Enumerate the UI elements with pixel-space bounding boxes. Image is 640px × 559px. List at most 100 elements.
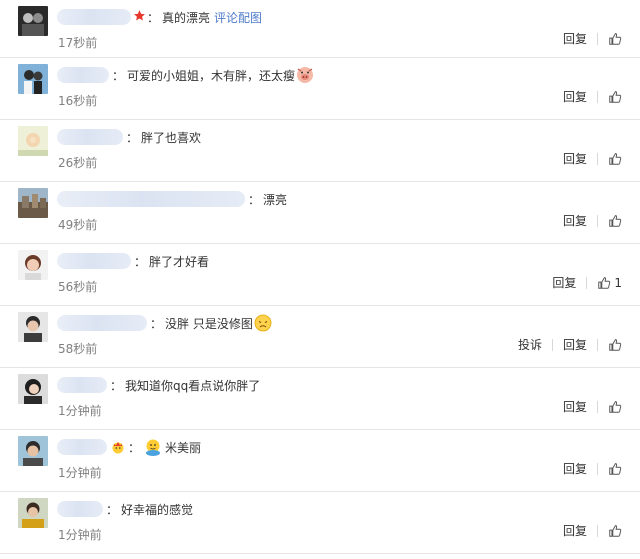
like-button[interactable] — [608, 90, 622, 104]
username-blurred[interactable] — [57, 377, 107, 393]
username-blurred[interactable] — [57, 9, 131, 25]
divider — [586, 276, 588, 289]
reply-button[interactable]: 回复 — [563, 398, 587, 415]
comment-time: 49秒前 — [58, 218, 98, 232]
avatar[interactable] — [18, 374, 48, 404]
reply-button[interactable]: 回复 — [563, 88, 587, 105]
comment-colon: ： — [248, 192, 261, 207]
avatar[interactable] — [18, 498, 48, 528]
divider — [551, 338, 553, 351]
reply-button[interactable]: 回复 — [563, 30, 587, 47]
thumbs-up-icon — [608, 400, 622, 414]
comment-time: 17秒前 — [58, 36, 98, 50]
like-button[interactable] — [608, 400, 622, 414]
like-button[interactable] — [608, 462, 622, 476]
thumbs-up-icon — [608, 462, 622, 476]
comment-text: 我知道你qq看点说你胖了 — [125, 378, 261, 393]
divider — [597, 214, 598, 227]
comment-text: 胖了也喜欢 — [141, 130, 202, 145]
username-blurred[interactable] — [57, 439, 107, 455]
comment-item: ： 真的漂亮 评论配图 17秒前 回复 — [0, 0, 640, 58]
comment-time: 1分钟前 — [58, 528, 102, 542]
avatar[interactable] — [18, 250, 48, 280]
comment-colon: ： — [106, 502, 119, 517]
comment-item: ： 漂亮 49秒前 回复 — [0, 182, 640, 244]
comment-list: ： 真的漂亮 评论配图 17秒前 回复 ： 可爱的小姐姐，木有胖，还太瘦 16秒… — [0, 0, 640, 559]
like-button[interactable] — [608, 524, 622, 538]
username-blurred[interactable] — [57, 129, 123, 145]
avatar[interactable] — [18, 64, 48, 94]
like-button[interactable] — [608, 152, 622, 166]
comment-colon: ： — [110, 378, 123, 393]
thumbs-up-icon — [608, 524, 622, 538]
divider — [597, 338, 598, 351]
comment-item: ： 胖了才好看 56秒前 回复 1 — [0, 244, 640, 306]
report-button[interactable]: 投诉 — [518, 336, 542, 353]
username-blurred[interactable] — [57, 253, 131, 269]
comment-item: ： 没胖 只是没修图 58秒前 投诉 回复 — [0, 306, 640, 368]
divider — [597, 400, 598, 413]
divider — [597, 152, 598, 165]
avatar[interactable] — [18, 188, 48, 218]
divider — [597, 32, 598, 45]
like-count: 1 — [614, 275, 622, 290]
comment-item: ： 我知道你qq看点说你胖了 1分钟前 回复 — [0, 368, 640, 430]
star-icon — [133, 9, 146, 25]
comment-text: 米美丽 — [165, 440, 202, 455]
comment-text: 胖了才好看 — [149, 254, 210, 269]
comment-time: 16秒前 — [58, 94, 98, 108]
avatar[interactable] — [18, 126, 48, 156]
thumbs-up-icon — [608, 214, 622, 228]
comment-colon: ： — [112, 68, 125, 83]
comment-colon: ： — [147, 10, 160, 25]
divider — [597, 462, 598, 475]
comment-colon: ： — [134, 254, 147, 269]
reply-button[interactable]: 回复 — [563, 212, 587, 229]
reply-button[interactable]: 回复 — [563, 460, 587, 477]
like-button[interactable] — [608, 338, 622, 352]
comment-item: ： 米美丽 1分钟前 回复 — [0, 430, 640, 492]
thumbs-up-icon — [608, 338, 622, 352]
thumbs-up-icon — [608, 90, 622, 104]
sad-emoji-icon — [254, 314, 272, 332]
comment-time: 26秒前 — [58, 156, 98, 170]
avatar[interactable] — [18, 436, 48, 466]
crown-emoji-icon — [111, 440, 125, 454]
thumbs-up-icon — [608, 32, 622, 46]
username-blurred[interactable] — [57, 501, 103, 517]
comment-item: ： 可爱的小姐姐，木有胖，还太瘦 16秒前 回复 — [0, 58, 640, 120]
comment-time: 58秒前 — [58, 342, 98, 356]
hug-emoji-icon — [144, 438, 162, 456]
comment-text: 漂亮 — [263, 192, 288, 207]
thumbs-up-icon — [608, 152, 622, 166]
like-button[interactable] — [608, 32, 622, 46]
reply-button[interactable]: 回复 — [552, 274, 576, 291]
avatar[interactable] — [18, 6, 48, 36]
avatar[interactable] — [18, 312, 48, 342]
comment-time: 1分钟前 — [58, 404, 102, 418]
like-button[interactable]: 1 — [597, 276, 622, 290]
comment-text: 真的漂亮 — [162, 10, 211, 25]
like-button[interactable] — [608, 214, 622, 228]
comment-image-link[interactable]: 评论配图 — [214, 9, 262, 26]
reply-button[interactable]: 回复 — [563, 150, 587, 167]
divider — [597, 90, 598, 103]
comment-text: 没胖 只是没修图 — [165, 316, 253, 331]
comment-colon: ： — [128, 440, 141, 455]
comment-text: 好幸福的感觉 — [121, 502, 194, 517]
comment-time: 56秒前 — [58, 280, 98, 294]
pig-emoji-icon — [296, 66, 314, 84]
comment-colon: ： — [150, 316, 163, 331]
comment-item: ： 胖了也喜欢 26秒前 回复 — [0, 120, 640, 182]
comment-time: 1分钟前 — [58, 466, 102, 480]
reply-button[interactable]: 回复 — [563, 522, 587, 539]
divider — [597, 524, 598, 537]
reply-button[interactable]: 回复 — [563, 336, 587, 353]
thumbs-up-icon — [597, 276, 611, 290]
username-blurred[interactable] — [57, 67, 109, 83]
username-blurred[interactable] — [57, 315, 147, 331]
comment-colon: ： — [126, 130, 139, 145]
comment-text: 可爱的小姐姐，木有胖，还太瘦 — [127, 68, 296, 83]
comment-item: ： 好幸福的感觉 1分钟前 回复 — [0, 492, 640, 554]
username-blurred[interactable] — [57, 191, 245, 207]
